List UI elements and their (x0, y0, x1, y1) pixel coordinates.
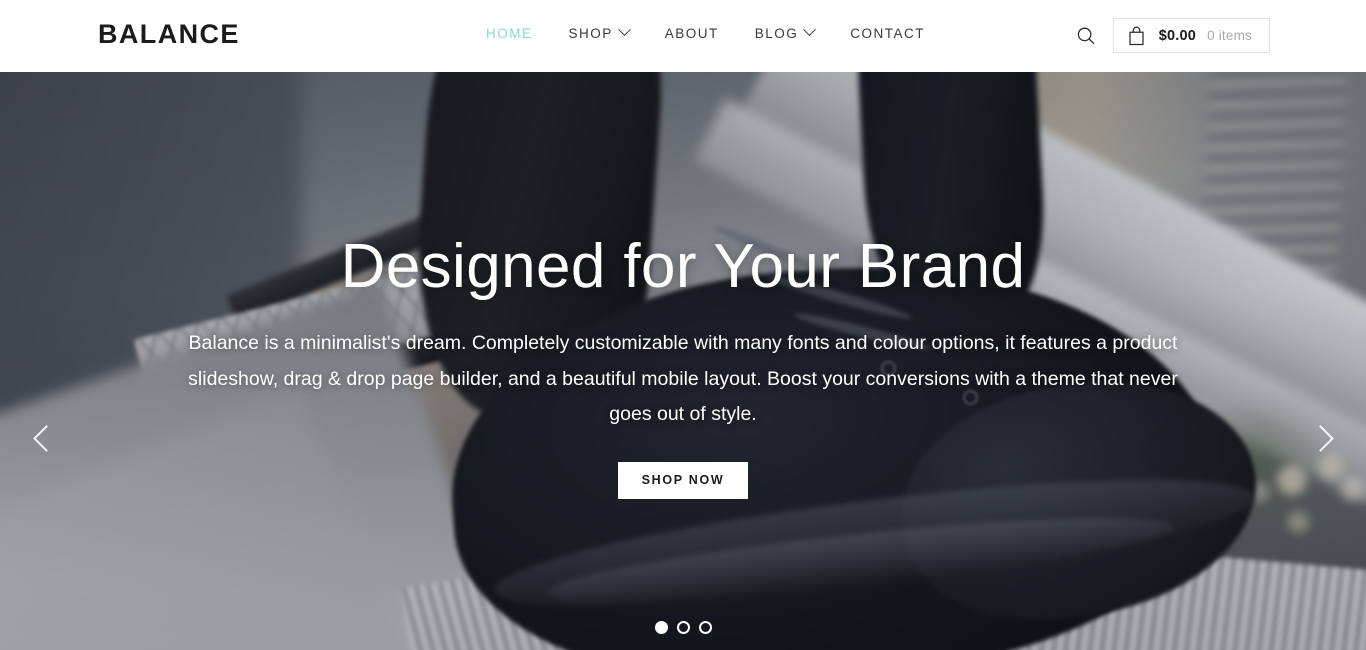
nav-item-contact[interactable]: CONTACT (850, 26, 925, 41)
nav-item-label: ABOUT (664, 26, 719, 41)
hero-subtitle: Balance is a minimalist's dream. Complet… (188, 332, 1178, 426)
slider-dot-1[interactable] (654, 621, 668, 634)
chevron-down-icon (803, 22, 817, 36)
slider-next-button[interactable] (1302, 417, 1344, 459)
cart-button[interactable]: $0.00 0 items (1112, 18, 1270, 53)
search-icon (1077, 27, 1095, 44)
nav-item-label: HOME (486, 26, 533, 41)
search-button[interactable] (1071, 21, 1101, 51)
nav-item-shop[interactable]: SHOP (568, 22, 631, 41)
main-navigation: HOME SHOP ABOUT BLOG CONTACT (486, 22, 925, 41)
nav-item-home[interactable]: HOME (486, 26, 533, 41)
hero-title: Designed for Your Brand (340, 232, 1026, 301)
shopping-bag-icon (1128, 26, 1145, 46)
cart-total: $0.00 (1158, 27, 1197, 44)
chevron-down-icon (617, 22, 631, 36)
site-logo[interactable]: BALANCE (98, 21, 240, 48)
hero-slider: Designed for Your Brand Balance is a min… (0, 72, 1366, 650)
nav-item-label: SHOP (568, 26, 613, 41)
nav-item-label: BLOG (754, 26, 799, 41)
slider-prev-button[interactable] (22, 417, 64, 459)
slider-pagination (0, 621, 1366, 634)
nav-item-label: CONTACT (850, 26, 926, 41)
slider-dot-3[interactable] (698, 621, 712, 634)
site-header: BALANCE HOME SHOP ABOUT BLOG CONTACT $0.… (0, 0, 1366, 72)
nav-item-about[interactable]: ABOUT (665, 26, 719, 41)
chevron-right-icon (1306, 424, 1334, 452)
chevron-left-icon (32, 424, 60, 452)
cart-item-count: 0 items (1207, 28, 1252, 43)
header-actions: $0.00 0 items (1071, 18, 1270, 53)
hero-content: Designed for Your Brand Balance is a min… (0, 72, 1366, 650)
slider-dot-2[interactable] (676, 621, 690, 634)
shop-now-button[interactable]: SHOP NOW (617, 461, 749, 499)
nav-item-blog[interactable]: BLOG (754, 22, 817, 41)
